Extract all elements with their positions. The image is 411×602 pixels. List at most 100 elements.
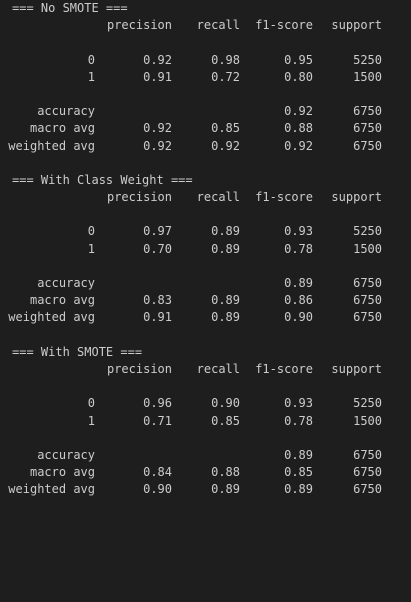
f1-value: 0.90 [284, 310, 313, 325]
accuracy-row: accuracy 0.89 6750 [0, 447, 411, 464]
f1-value: 0.95 [284, 52, 313, 67]
macro-avg-label: macro avg [29, 465, 95, 480]
header-precision: precision [106, 190, 172, 205]
report-title: === No SMOTE === [12, 1, 128, 15]
class-row: 0 0.97 0.89 0.93 5250 [0, 223, 411, 240]
macro-avg-label: macro avg [29, 121, 95, 136]
recall-value: 0.90 [211, 396, 240, 411]
class-label: 0 [87, 396, 95, 411]
class-label: 1 [87, 241, 95, 256]
support-value: 5250 [353, 224, 382, 239]
support-value: 6750 [353, 447, 382, 462]
class-row: 0 0.96 0.90 0.93 5250 [0, 395, 411, 412]
recall-value: 0.88 [211, 465, 240, 480]
class-label: 1 [87, 69, 95, 84]
f1-value: 0.80 [284, 69, 313, 84]
recall-value: 0.89 [211, 224, 240, 239]
accuracy-row: accuracy 0.92 6750 [0, 103, 411, 120]
precision-value: 0.92 [143, 52, 172, 67]
header-recall: recall [196, 18, 240, 33]
support-value: 6750 [353, 276, 382, 290]
header-row: precision recall f1-score support [0, 189, 411, 206]
header-recall: recall [196, 190, 240, 205]
recall-value: 0.89 [211, 310, 240, 325]
report-title: === With Class Weight === [12, 172, 193, 187]
class-row: 0 0.92 0.98 0.95 5250 [0, 52, 411, 69]
recall-value: 0.98 [211, 52, 240, 67]
class-label: 0 [87, 52, 95, 67]
weighted-avg-row: weighted avg 0.90 0.89 0.89 6750 [0, 481, 411, 498]
support-value: 6750 [353, 310, 382, 325]
macro-avg-row: macro avg 0.92 0.85 0.88 6750 [0, 120, 411, 137]
header-f1-score: f1-score [255, 190, 313, 205]
accuracy-label: accuracy [37, 276, 95, 290]
support-value: 6750 [353, 293, 382, 308]
header-row: precision recall f1-score support [0, 361, 411, 378]
support-value: 6750 [353, 104, 382, 119]
report-title: === With SMOTE === [12, 344, 143, 359]
weighted-avg-label: weighted avg [8, 138, 95, 153]
header-row: precision recall f1-score support [0, 17, 411, 34]
f1-value: 0.88 [284, 121, 313, 136]
class-row: 1 0.71 0.85 0.78 1500 [0, 413, 411, 430]
f1-value: 0.86 [284, 293, 313, 308]
header-f1-score: f1-score [255, 361, 313, 376]
recall-value: 0.92 [211, 138, 240, 153]
weighted-avg-label: weighted avg [8, 482, 95, 497]
support-value: 6750 [353, 138, 382, 153]
accuracy-row: accuracy 0.89 6750 [0, 275, 411, 292]
class-row: 1 0.91 0.72 0.80 1500 [0, 69, 411, 86]
support-value: 6750 [353, 121, 382, 136]
recall-value: 0.89 [211, 241, 240, 256]
precision-value: 0.91 [143, 310, 172, 325]
accuracy-label: accuracy [37, 447, 95, 462]
header-recall: recall [196, 361, 240, 376]
macro-avg-label: macro avg [29, 293, 95, 308]
f1-value: 0.89 [284, 447, 313, 462]
header-support: support [331, 361, 382, 376]
f1-value: 0.78 [284, 241, 313, 256]
report-title-row: === No SMOTE === [0, 0, 411, 17]
weighted-avg-row: weighted avg 0.91 0.89 0.90 6750 [0, 309, 411, 326]
header-f1-score: f1-score [255, 18, 313, 33]
recall-value: 0.85 [211, 121, 240, 136]
support-value: 6750 [353, 482, 382, 497]
support-value: 1500 [353, 413, 382, 428]
recall-value: 0.89 [211, 293, 240, 308]
f1-value: 0.93 [284, 224, 313, 239]
support-value: 6750 [353, 465, 382, 480]
support-value: 5250 [353, 396, 382, 411]
f1-value: 0.93 [284, 396, 313, 411]
header-support: support [331, 190, 382, 205]
class-label: 1 [87, 413, 95, 428]
f1-value: 0.85 [284, 465, 313, 480]
f1-value: 0.92 [284, 138, 313, 153]
recall-value: 0.89 [211, 482, 240, 497]
f1-value: 0.78 [284, 413, 313, 428]
precision-value: 0.91 [143, 69, 172, 84]
report-title-row: === With Class Weight === [0, 172, 411, 189]
f1-value: 0.92 [284, 104, 313, 119]
precision-value: 0.70 [143, 241, 172, 256]
recall-value: 0.85 [211, 413, 240, 428]
macro-avg-row: macro avg 0.83 0.89 0.86 6750 [0, 292, 411, 309]
terminal-output: === No SMOTE === precision recall f1-sco… [0, 0, 411, 503]
weighted-avg-label: weighted avg [8, 310, 95, 325]
class-label: 0 [87, 224, 95, 239]
weighted-avg-row: weighted avg 0.92 0.92 0.92 6750 [0, 138, 411, 155]
header-support: support [331, 18, 382, 33]
precision-value: 0.97 [143, 224, 172, 239]
precision-value: 0.96 [143, 396, 172, 411]
precision-value: 0.71 [143, 413, 172, 428]
macro-avg-row: macro avg 0.84 0.88 0.85 6750 [0, 464, 411, 481]
support-value: 5250 [353, 52, 382, 67]
precision-value: 0.90 [143, 482, 172, 497]
